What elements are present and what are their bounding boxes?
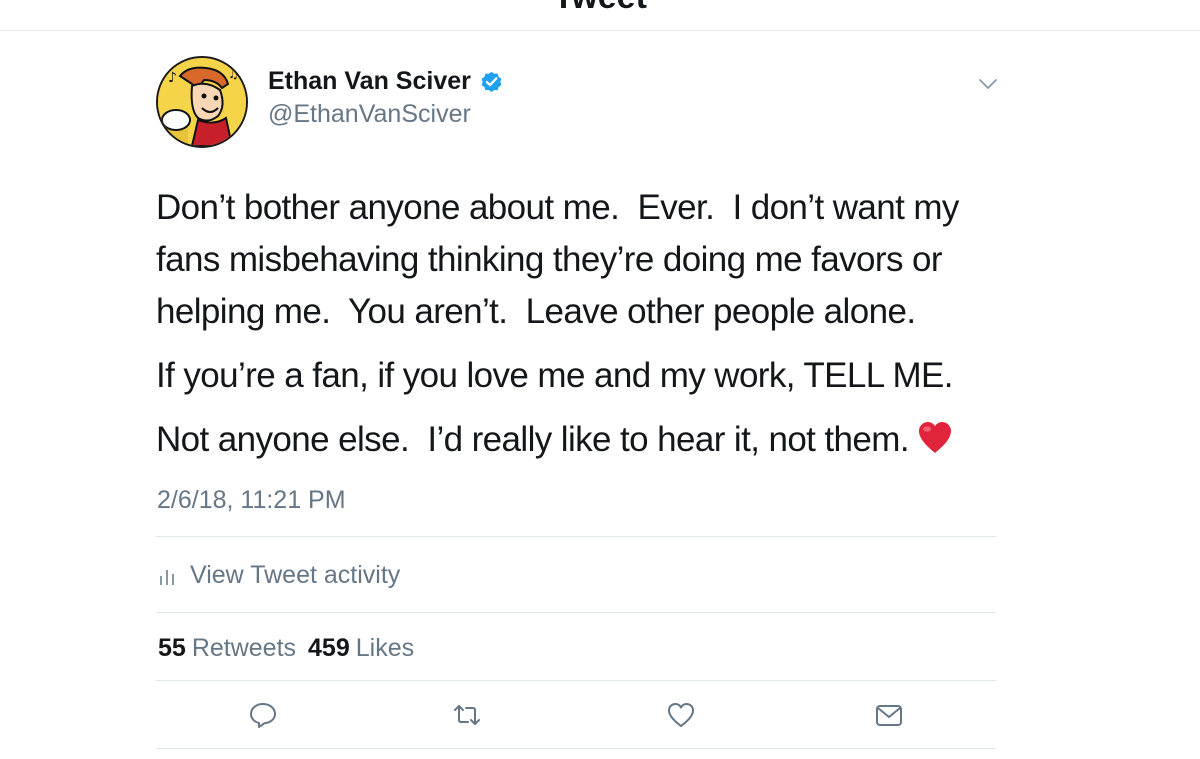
retweet-button[interactable]	[452, 700, 482, 730]
retweets-label[interactable]: Retweets	[192, 632, 296, 664]
like-icon	[668, 703, 694, 727]
reply-icon	[250, 703, 276, 728]
author-handle[interactable]: @EthanVanSciver	[268, 99, 471, 129]
top-bar: Tweet	[0, 0, 1200, 31]
avatar-illustration: ♪ ♫	[158, 58, 246, 146]
share-icon	[876, 705, 902, 726]
tweet-timestamp[interactable]: 2/6/18, 11:21 PM	[157, 484, 346, 516]
red-heart-emoji-icon	[917, 418, 953, 453]
tweet-paragraph-3: Not anyone else. I’d really like to hear…	[156, 414, 1016, 466]
avatar[interactable]: ♪ ♫	[156, 56, 248, 148]
likes-label[interactable]: Likes	[356, 632, 414, 664]
svg-text:♫: ♫	[228, 67, 239, 81]
view-tweet-activity-link[interactable]: View Tweet activity	[158, 559, 400, 591]
page-title: Tweet	[0, 0, 1200, 17]
engagement-stats: 55 Retweets 459 Likes	[158, 632, 426, 664]
retweet-icon	[454, 705, 480, 725]
tweet-paragraph-1: Don’t bother anyone about me. Ever. I do…	[156, 182, 1016, 338]
tweet-line: fans misbehaving thinking they’re doing …	[156, 240, 943, 279]
reply-button[interactable]	[248, 700, 278, 730]
chevron-down-icon[interactable]	[976, 74, 1000, 94]
tweet-paragraph-2: If you’re a fan, if you love me and my w…	[156, 356, 953, 395]
verified-badge-icon	[479, 69, 504, 94]
activity-label: View Tweet activity	[190, 561, 401, 589]
tweet-text: Don’t bother anyone about me. Ever. I do…	[156, 182, 1016, 466]
divider	[156, 536, 996, 537]
share-button[interactable]	[874, 700, 904, 730]
divider	[156, 680, 996, 681]
retweets-count[interactable]: 55	[158, 632, 186, 664]
author-name-row[interactable]: Ethan Van Sciver	[268, 66, 504, 96]
tweet-line: Don’t bother anyone about me. Ever. I do…	[156, 188, 959, 227]
svg-text:♪: ♪	[168, 70, 177, 86]
author-display-name[interactable]: Ethan Van Sciver	[268, 66, 471, 96]
divider	[156, 748, 996, 749]
like-button[interactable]	[666, 700, 696, 730]
likes-count[interactable]: 459	[308, 632, 350, 664]
divider	[156, 612, 996, 613]
tweet-line: helping me. You aren’t. Leave other peop…	[156, 292, 916, 331]
tweet-line: Not anyone else. I’d really like to hear…	[156, 420, 910, 459]
bar-chart-icon	[158, 564, 176, 586]
